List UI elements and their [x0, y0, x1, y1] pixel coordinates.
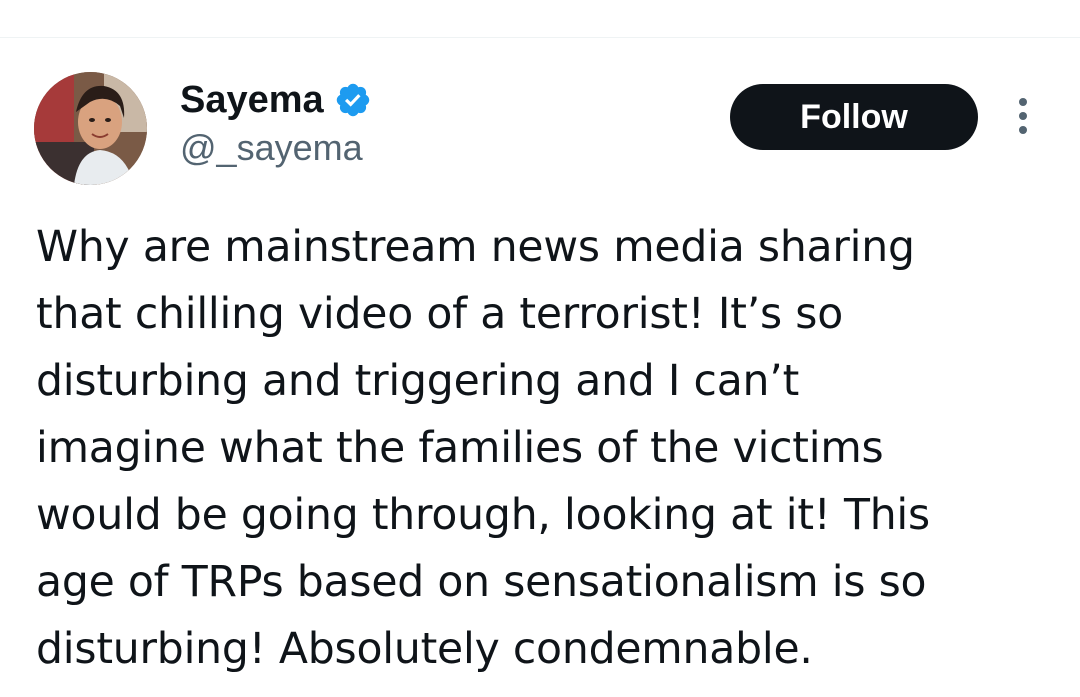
tweet-text-line: disturbing! Absolutely condemnable. — [36, 625, 813, 674]
author-handle[interactable]: @_sayema — [180, 126, 372, 170]
verified-badge-icon[interactable] — [334, 81, 372, 119]
author-block: Sayema @_sayema — [180, 78, 372, 170]
tweet-text-line: age of TRPs based on sensationalism is s… — [36, 558, 927, 607]
tweet-text: Why are mainstream news media sharing th… — [36, 214, 1056, 683]
tweet-text-line: disturbing and triggering and I can’t — [36, 357, 800, 406]
avatar-image — [34, 72, 147, 185]
tweet-text-line: that chilling video of a terrorist! It’s… — [36, 290, 844, 339]
tweet-text-line: Why are mainstream news media sharing — [36, 223, 915, 272]
top-divider — [0, 0, 1080, 38]
author-name-row: Sayema — [180, 78, 372, 122]
avatar[interactable] — [34, 72, 147, 185]
tweet-text-line: would be going through, looking at it! T… — [36, 491, 930, 540]
display-name[interactable]: Sayema — [180, 78, 324, 122]
tweet-text-line: imagine what the families of the victims — [36, 424, 884, 473]
follow-button[interactable]: Follow — [730, 84, 978, 150]
more-vertical-icon[interactable] — [1008, 96, 1038, 140]
